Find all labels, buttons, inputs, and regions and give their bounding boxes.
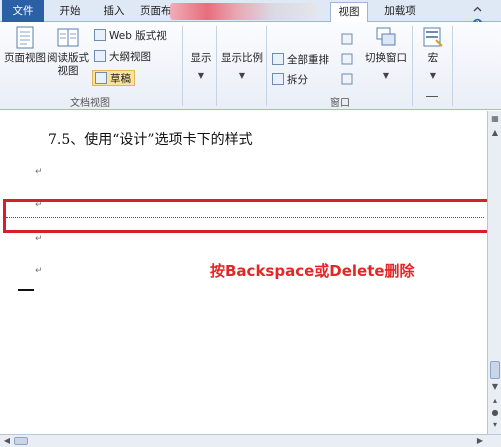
full-screen-reading-label-2: 视图 xyxy=(57,65,79,77)
switch-windows-label: 切换窗口 xyxy=(365,52,407,64)
group-divider xyxy=(412,26,413,106)
annotation-text: 按Backspace或Delete删除 xyxy=(210,262,415,280)
collapse-ribbon-icon[interactable] xyxy=(472,4,483,15)
switch-windows-icon xyxy=(376,27,396,46)
draft-label: 草稿 xyxy=(110,73,131,85)
arrange-all-button[interactable]: 全部重排 xyxy=(272,52,329,68)
zoom-button[interactable]: 显示比例 ▼ xyxy=(219,52,265,82)
paragraph-mark: ↵ xyxy=(35,266,43,276)
ruler-toggle-icon[interactable]: ▦ xyxy=(489,113,501,125)
arrange-all-icon xyxy=(272,53,284,65)
web-layout-label: Web 版式视 xyxy=(109,30,167,42)
draft-icon xyxy=(95,72,107,84)
switch-windows-button[interactable]: 切换窗口 ▼ xyxy=(362,26,410,82)
web-layout-icon xyxy=(94,29,106,41)
print-layout-icon xyxy=(16,26,34,49)
print-layout-button[interactable]: 页面视图 xyxy=(4,26,46,65)
window-controls: ? xyxy=(471,4,497,29)
scroll-thumb[interactable] xyxy=(490,361,500,379)
macros-icon xyxy=(423,27,443,47)
chevron-down-icon: ▼ xyxy=(382,71,390,80)
vertical-scrollbar[interactable]: ▦ ▲ ▼ ▴ ● ▾ xyxy=(487,111,501,434)
macros-group-mark xyxy=(426,96,438,97)
arrange-all-label: 全部重排 xyxy=(287,54,329,66)
show-label: 显示 xyxy=(190,52,212,64)
outline-label: 大纲视图 xyxy=(109,51,151,63)
outline-icon xyxy=(94,50,106,62)
full-screen-reading-button[interactable]: 阅读版式 视图 xyxy=(46,26,90,78)
paragraph-mark: ↵ xyxy=(35,234,43,244)
next-page-icon[interactable]: ▾ xyxy=(489,419,501,431)
group-divider xyxy=(452,26,453,106)
full-screen-reading-label-1: 阅读版式 xyxy=(47,52,89,64)
tab-file[interactable]: 文件 xyxy=(2,0,44,22)
scroll-up-icon[interactable]: ▲ xyxy=(489,127,501,139)
outline-button[interactable]: 大纲视图 xyxy=(94,49,151,65)
horizontal-scrollbar[interactable]: ◀ ▶ xyxy=(0,434,501,447)
chevron-down-icon: ▼ xyxy=(197,71,205,80)
ribbon-tab-bar: 文件 开始 插入 页面布 视图 加载项 ? xyxy=(0,0,501,29)
group-divider xyxy=(266,26,267,106)
chevron-down-icon: ▼ xyxy=(429,71,437,80)
previous-page-icon[interactable]: ▴ xyxy=(489,395,501,407)
browse-object-icon[interactable]: ● xyxy=(489,407,501,419)
group-divider xyxy=(182,26,183,106)
split-button[interactable]: 拆分 xyxy=(272,72,308,88)
reading-view-icon xyxy=(57,28,79,47)
split-label: 拆分 xyxy=(287,74,308,86)
document-views-group-label: 文档视图 xyxy=(70,98,110,109)
paragraph-mark: ↵ xyxy=(35,167,43,177)
document-heading: 7.5、使用“设计”选项卡下的样式 xyxy=(48,132,253,148)
tab-home[interactable]: 开始 xyxy=(52,2,88,22)
tab-insert[interactable]: 插入 xyxy=(96,2,132,22)
split-icon xyxy=(272,73,284,85)
zoom-label: 显示比例 xyxy=(221,52,263,64)
scroll-down-icon[interactable]: ▼ xyxy=(489,381,501,393)
macros-button[interactable]: 宏 ▼ xyxy=(418,26,448,82)
highlight-box xyxy=(3,199,490,233)
text-cursor xyxy=(18,289,34,291)
group-divider xyxy=(216,26,217,106)
hscroll-thumb[interactable] xyxy=(14,437,28,445)
tab-addins[interactable]: 加载项 xyxy=(378,2,422,22)
web-layout-button[interactable]: Web 版式视 xyxy=(94,28,167,44)
scroll-right-icon[interactable]: ▶ xyxy=(474,435,486,447)
scroll-left-icon[interactable]: ◀ xyxy=(1,435,13,447)
redacted-tabs xyxy=(170,3,318,20)
window-small-icons[interactable] xyxy=(340,32,356,92)
ribbon: 页面视图 阅读版式 视图 Web 版式视 大纲视图 草稿 文档视图 显示 ▼ 显… xyxy=(0,22,501,110)
macros-label: 宏 xyxy=(427,52,439,64)
tab-view[interactable]: 视图 xyxy=(330,2,368,23)
show-button[interactable]: 显示 ▼ xyxy=(186,52,216,82)
chevron-down-icon: ▼ xyxy=(238,71,246,80)
window-group-label: 窗口 xyxy=(330,98,350,109)
draft-button[interactable]: 草稿 xyxy=(92,70,135,86)
print-layout-label: 页面视图 xyxy=(4,52,46,64)
